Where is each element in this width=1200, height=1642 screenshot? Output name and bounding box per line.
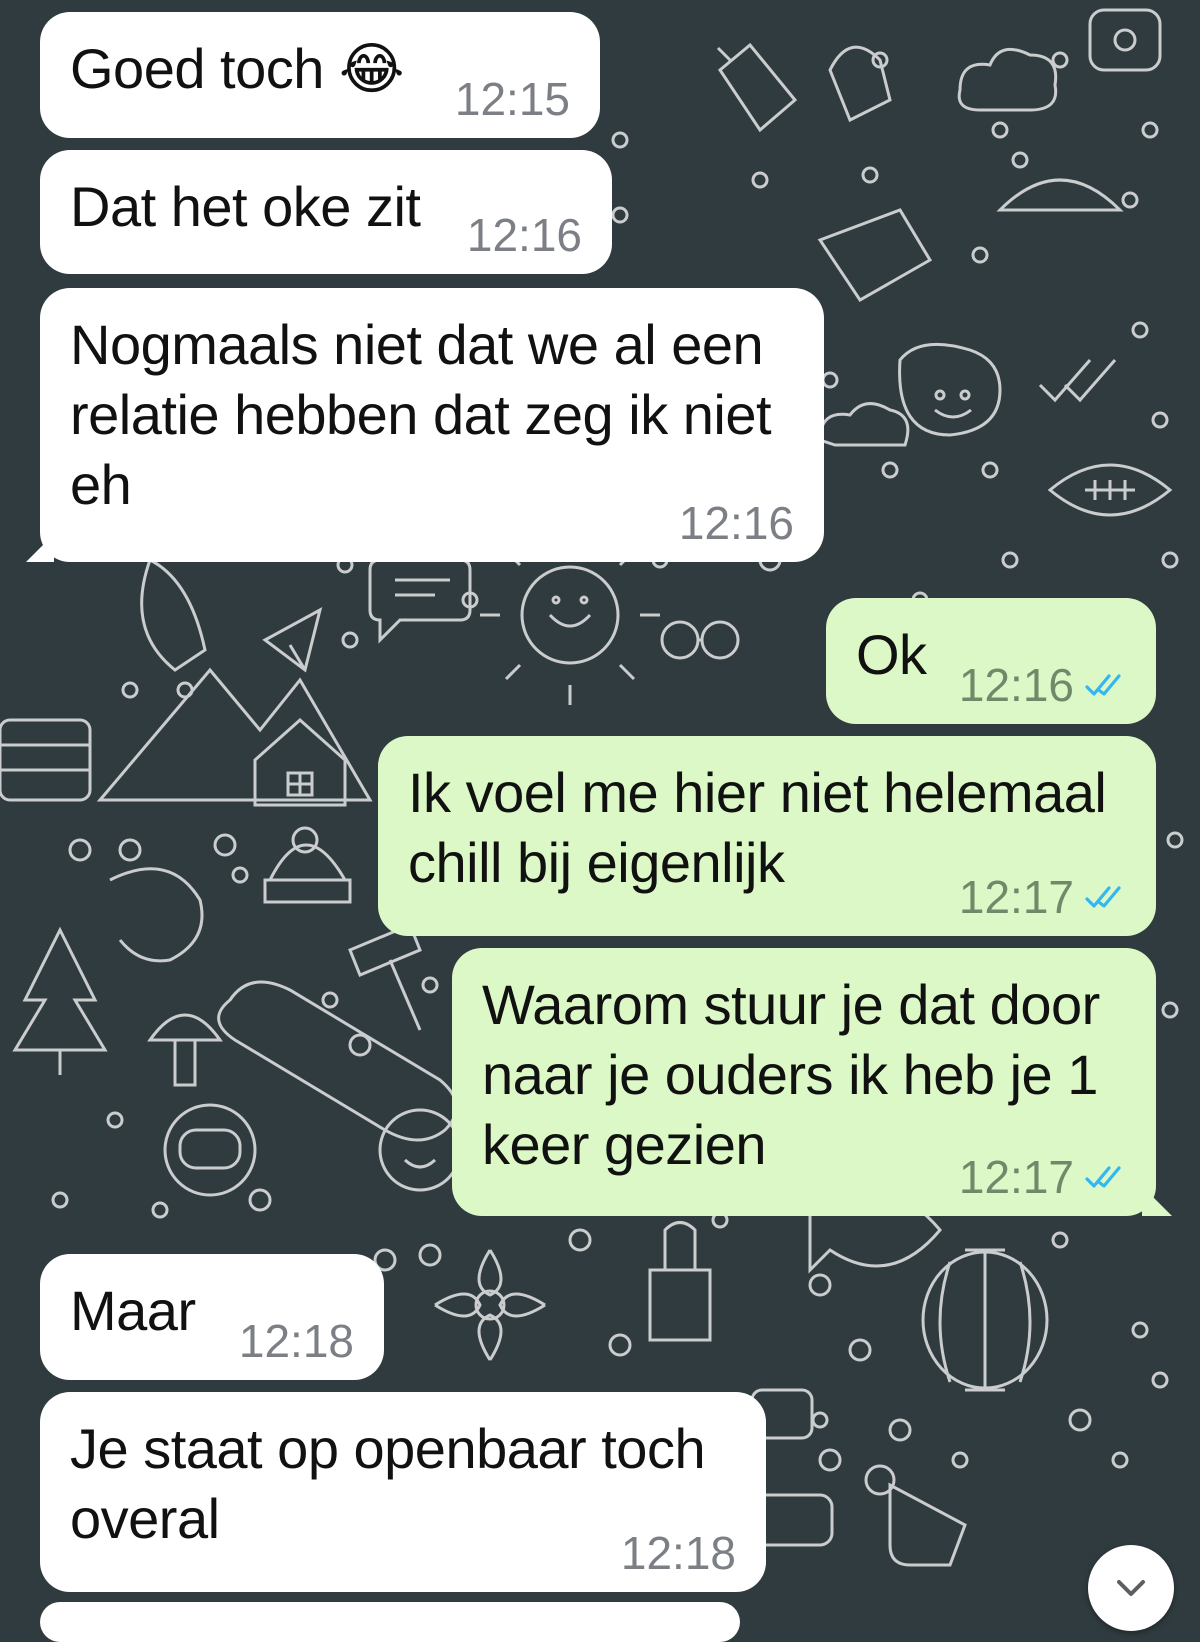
message-outgoing[interactable]: Waarom stuur je dat door naar je ouders …: [452, 948, 1172, 1216]
message-time: 12:17: [958, 1151, 1074, 1203]
bubble-tail: [1142, 1186, 1172, 1216]
message-incoming[interactable]: Dat het oke zit 12:16: [40, 150, 612, 274]
message-incoming[interactable]: Maar 12:18: [40, 1254, 384, 1380]
message-incoming-partial: [40, 1602, 740, 1642]
message-time: 12:16: [958, 659, 1074, 711]
chevron-down-icon: [1117, 1580, 1145, 1596]
message-incoming[interactable]: Je staat op openbaar toch overal 12:18: [40, 1392, 766, 1592]
message-incoming[interactable]: Goed toch 😂 12:15: [40, 12, 600, 138]
message-time: 12:16: [466, 209, 582, 261]
message-time: 12:18: [620, 1527, 736, 1579]
message-incoming[interactable]: Nogmaals niet dat we al een relatie hebb…: [26, 288, 824, 562]
message-time: 12:16: [678, 497, 794, 549]
double-check-icon: [1085, 674, 1121, 696]
message-time: 12:15: [454, 73, 570, 125]
message-time: 12:18: [238, 1315, 354, 1367]
chat-thread: Goed toch 😂 12:15 Dat het oke zit 12:16 …: [0, 0, 1200, 1642]
double-check-icon: [1085, 1166, 1121, 1188]
message-text: Waarom stuur je dat door naar je ouders …: [482, 973, 1100, 1176]
message-outgoing[interactable]: Ik voel me hier niet helemaal chill bij …: [378, 736, 1156, 936]
message-outgoing[interactable]: Ok 12:16: [826, 598, 1156, 724]
bubble-tail: [26, 534, 54, 562]
double-check-icon: [1085, 886, 1121, 908]
scroll-to-bottom-button[interactable]: [1088, 1545, 1174, 1631]
message-time: 12:17: [958, 871, 1074, 923]
message-text: Nogmaals niet dat we al een relatie hebb…: [70, 313, 772, 516]
